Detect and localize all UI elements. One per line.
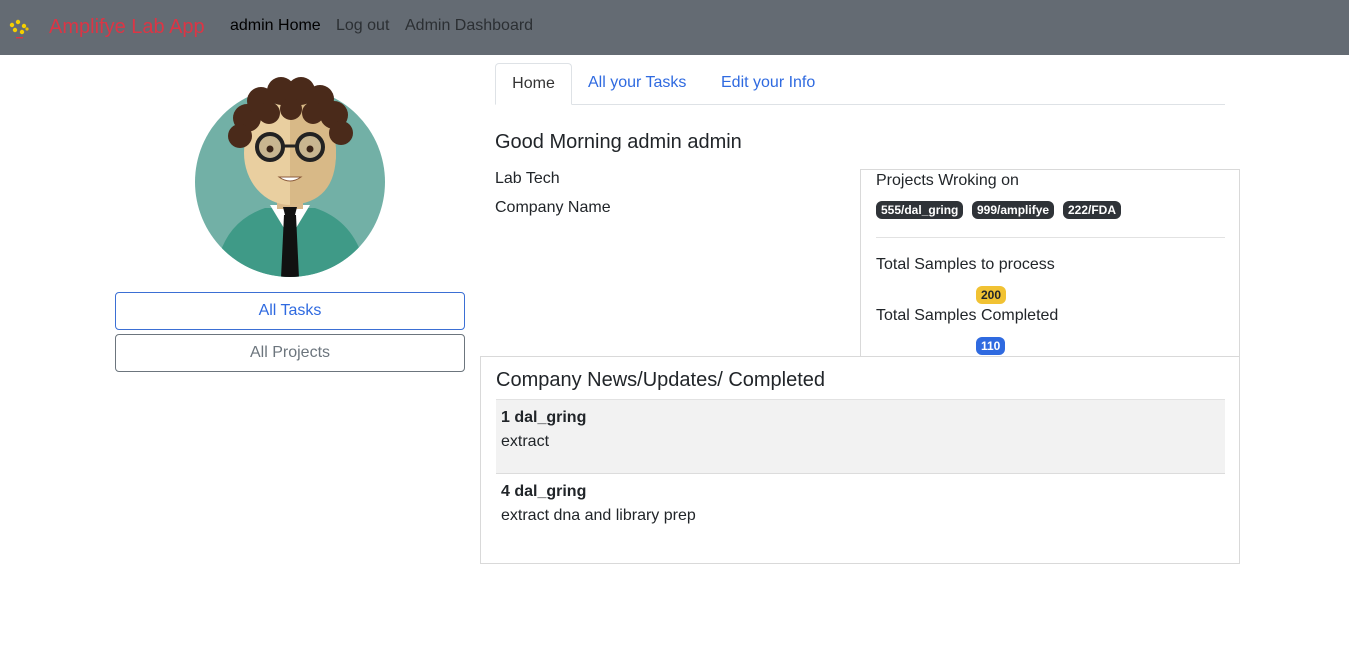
- projects-card: Projects Wroking on 555/dal_gring 999/am…: [860, 169, 1240, 357]
- company-text: Company Name: [495, 199, 611, 216]
- projects-title: Projects Wroking on: [876, 172, 1019, 189]
- all-tasks-button[interactable]: All Tasks: [115, 292, 465, 330]
- list-item[interactable]: 4 dal_gring extract dna and library prep: [496, 474, 1225, 549]
- tab-bar: Home All your Tasks Edit your Info: [495, 63, 1225, 105]
- news-item-heading: 1 dal_gring: [501, 409, 587, 426]
- nav-log-out[interactable]: Log out: [336, 16, 389, 36]
- role-text: Lab Tech: [495, 170, 560, 187]
- navbar: Amplifye Lab App admin Home Log out Admi…: [0, 0, 1349, 55]
- tab-home[interactable]: Home: [495, 63, 572, 105]
- dna-dots-icon[interactable]: [8, 16, 30, 40]
- news-item-body: extract dna and library prep: [501, 507, 696, 524]
- samples-to-process-badge: 200: [976, 286, 1007, 304]
- nav-admin-home[interactable]: admin Home: [230, 16, 321, 36]
- samples-completed-badge: 110: [976, 337, 1006, 355]
- all-projects-button[interactable]: All Projects: [115, 334, 465, 372]
- user-avatar: [195, 77, 385, 277]
- list-item[interactable]: 1 dal_gring extract: [496, 399, 1225, 474]
- project-badge[interactable]: 555/dal_gring: [876, 201, 964, 219]
- samples-to-process-label: Total Samples to process: [876, 256, 1055, 273]
- project-badge[interactable]: 999/amplifye: [972, 201, 1055, 219]
- nav-admin-dashboard[interactable]: Admin Dashboard: [405, 16, 533, 36]
- samples-completed-label: Total Samples Completed: [876, 307, 1059, 324]
- news-title: Company News/Updates/ Completed: [496, 369, 826, 391]
- tab-edit-your-info[interactable]: Edit your Info: [721, 63, 815, 105]
- news-item-body: extract: [501, 433, 550, 450]
- greeting-heading: Good Morning admin admin: [495, 131, 742, 153]
- project-badge[interactable]: 222/FDA: [1063, 201, 1122, 219]
- brand-title[interactable]: Amplifye Lab App: [49, 15, 205, 39]
- tab-all-your-tasks[interactable]: All your Tasks: [588, 63, 686, 105]
- divider: [876, 237, 1225, 238]
- news-card: Company News/Updates/ Completed 1 dal_gr…: [480, 356, 1240, 564]
- news-item-heading: 4 dal_gring: [501, 483, 587, 500]
